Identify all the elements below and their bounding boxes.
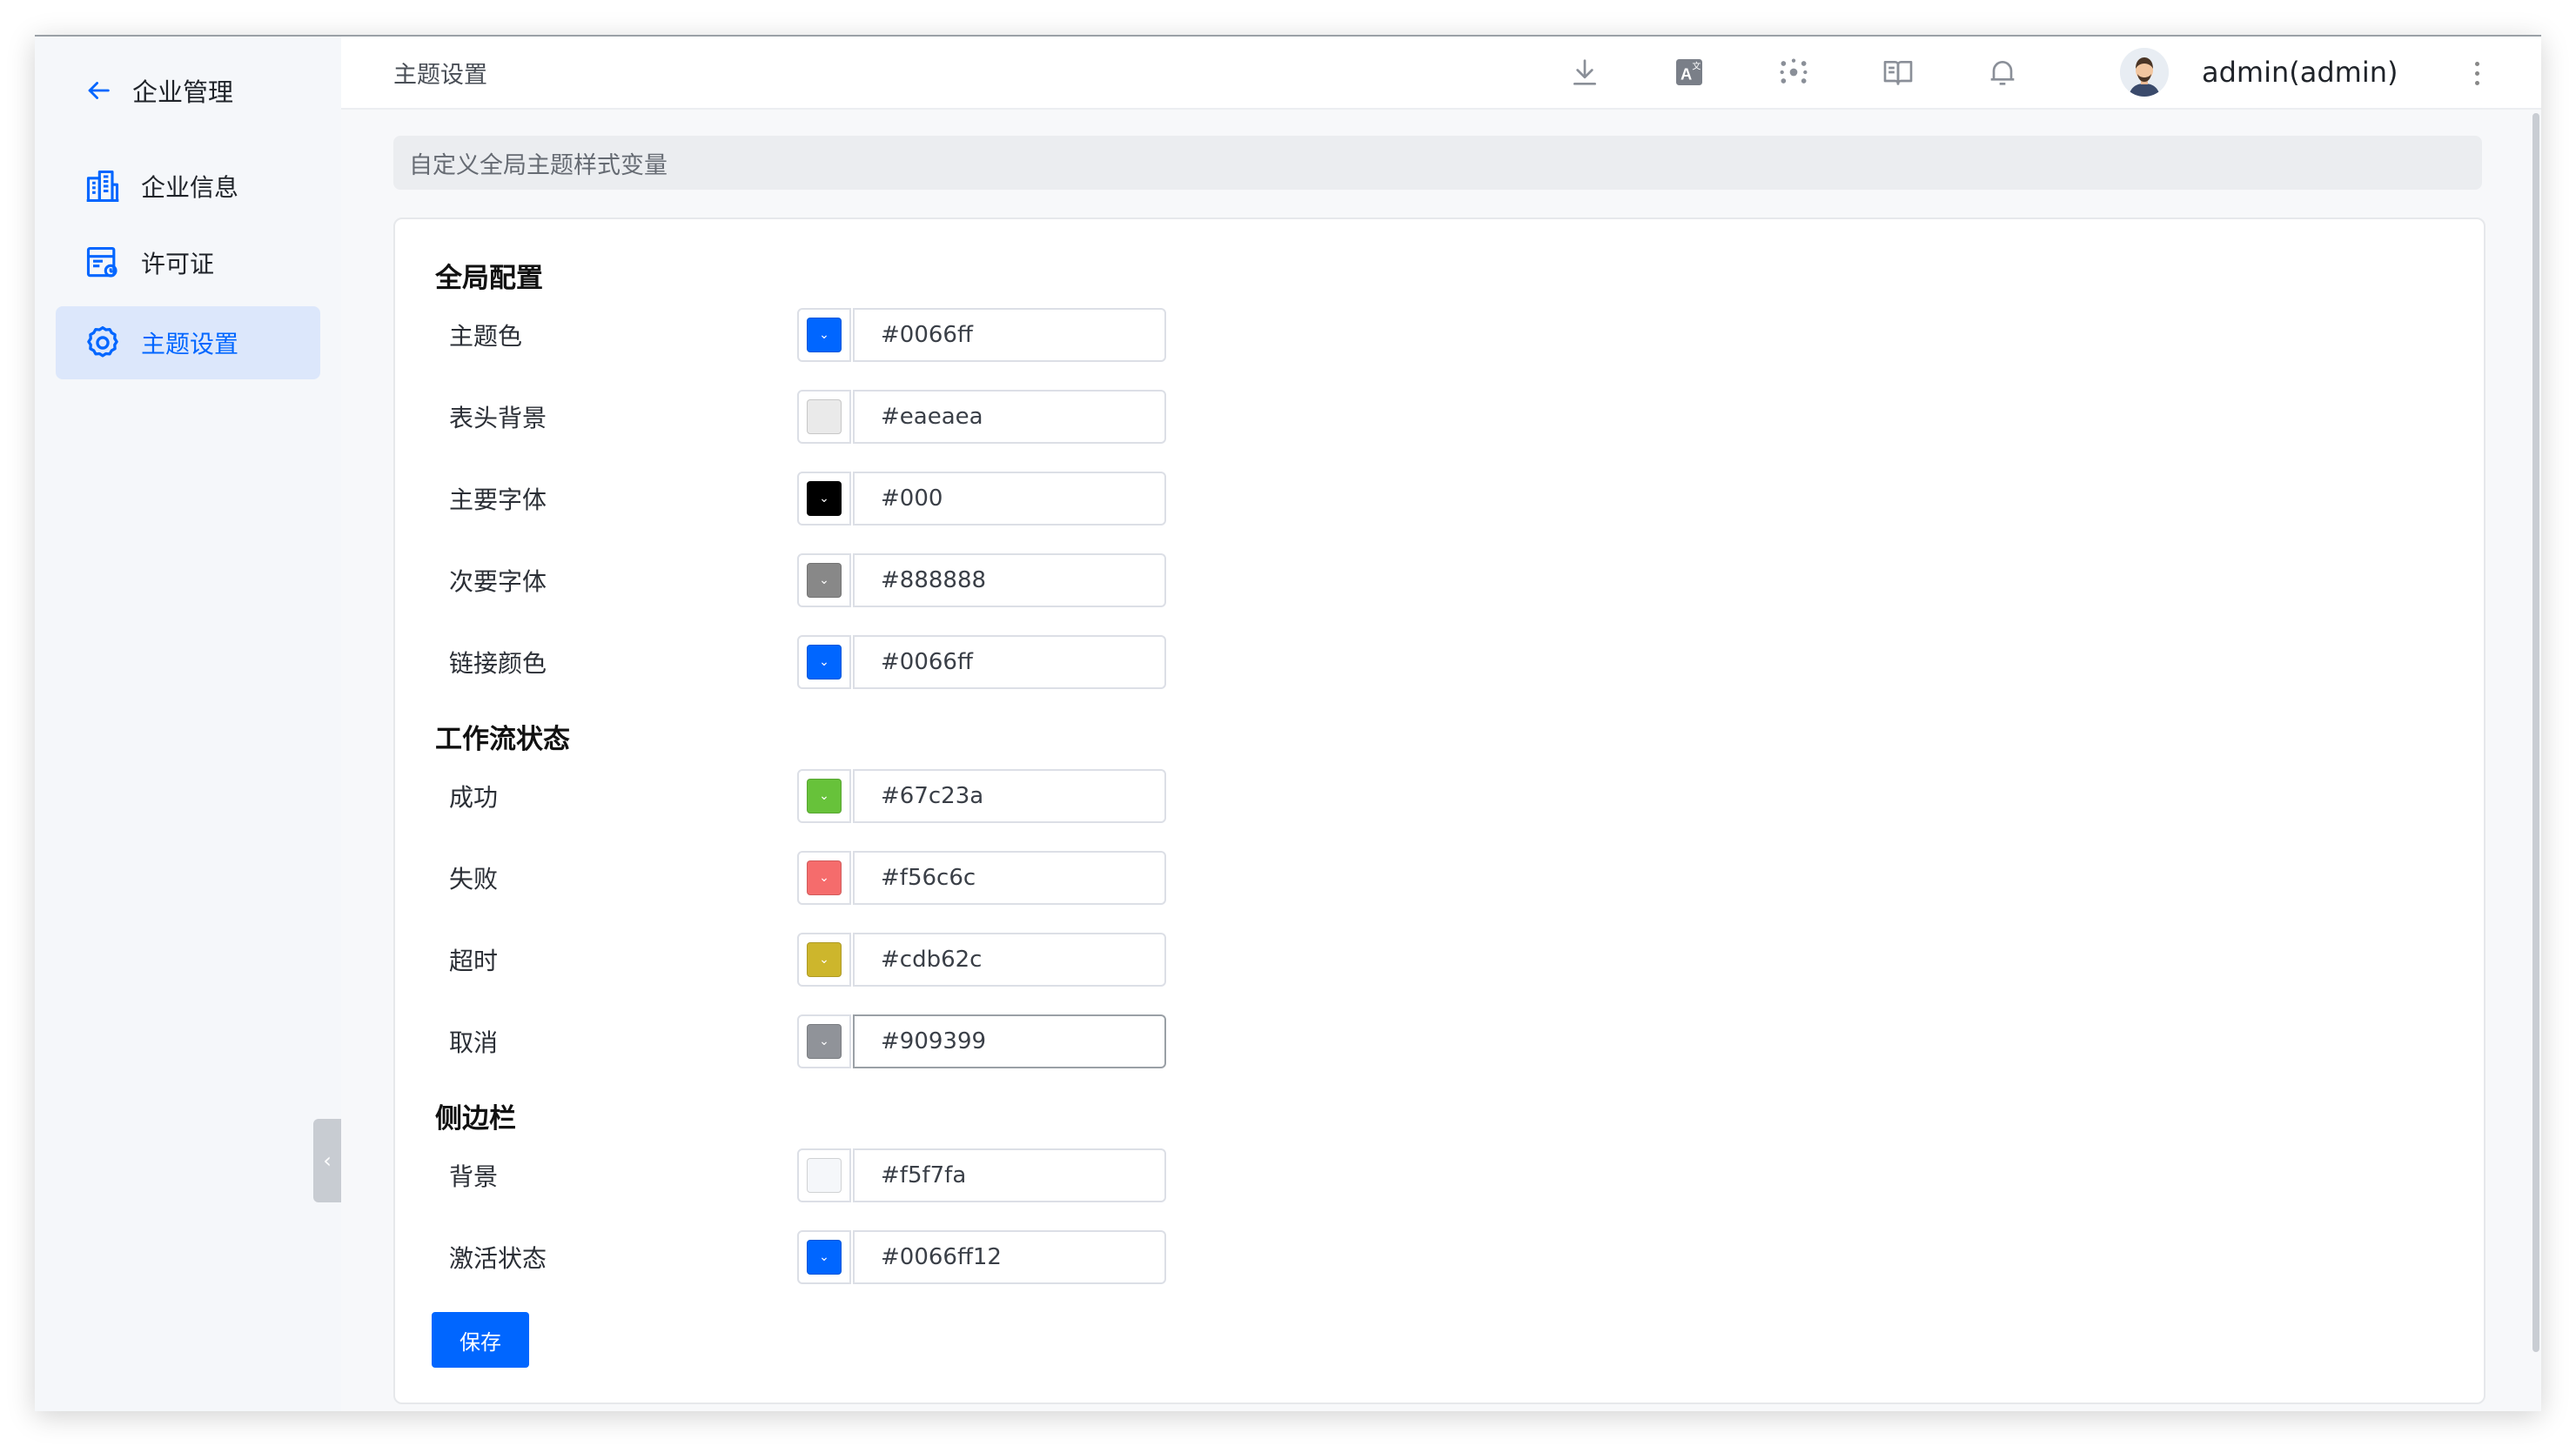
sidebar-item-theme-settings[interactable]: 主题设置 [56, 306, 320, 379]
bell-icon[interactable] [1982, 52, 2023, 92]
avatar[interactable] [2120, 48, 2169, 97]
arrow-left-icon [88, 82, 110, 99]
more-icon[interactable] [2468, 56, 2485, 90]
sidebar: 企业管理 企业信息 许可证 主题设置 ‹ [35, 37, 341, 1411]
user-name[interactable]: admin(admin) [2202, 37, 2398, 108]
save-button[interactable]: 保存 [432, 1312, 529, 1368]
color-row: 主要字体 ⌄ #000 [395, 472, 1178, 526]
hex-input[interactable]: #0066ff12 [853, 1230, 1166, 1284]
row-label: 次要字体 [449, 567, 547, 596]
translate-icon[interactable]: A文 [1669, 52, 1709, 92]
sidebar-item-label: 主题设置 [141, 330, 239, 358]
sidebar-item-label: 企业信息 [141, 173, 239, 202]
row-label: 激活状态 [449, 1244, 547, 1273]
color-picker[interactable]: ⌄ [797, 851, 851, 905]
color-picker[interactable]: ⌄ [797, 1230, 851, 1284]
svg-text:A: A [1680, 64, 1692, 83]
color-swatch [807, 399, 842, 434]
book-icon[interactable] [1878, 52, 1918, 92]
hex-input[interactable]: #f56c6c [853, 851, 1166, 905]
row-label: 主题色 [449, 322, 523, 351]
color-row: 失败 ⌄ #f56c6c [395, 851, 1178, 905]
top-header: 主题设置 A文 admin(admin) [341, 37, 2541, 110]
hex-input[interactable]: #0066ff [853, 308, 1166, 362]
section-title: 侧边栏 [435, 1103, 516, 1135]
hex-input[interactable]: #0066ff [853, 635, 1166, 689]
color-picker[interactable]: ⌄ [797, 472, 851, 526]
hex-input[interactable]: #cdb62c [853, 933, 1166, 987]
main-content: 自定义全局主题样式变量 全局配置 主题色 ⌄ #0066ff 表头背景 #eae… [341, 110, 2541, 1411]
color-row: 背景 #f5f7fa [395, 1148, 1178, 1202]
color-row: 超时 ⌄ #cdb62c [395, 933, 1178, 987]
color-picker[interactable] [797, 390, 851, 444]
vertical-scrollbar[interactable] [2532, 113, 2539, 1352]
sidebar-item-company-info[interactable]: 企业信息 [56, 150, 320, 223]
hex-input[interactable]: #eaeaea [853, 390, 1166, 444]
color-row: 次要字体 ⌄ #888888 [395, 553, 1178, 607]
sidebar-item-license[interactable]: 许可证 [56, 226, 320, 299]
color-row: 取消 ⌄ #909399 [395, 1014, 1178, 1068]
hex-input[interactable]: #67c23a [853, 769, 1166, 823]
row-label: 失败 [449, 865, 499, 894]
color-swatch: ⌄ [807, 318, 842, 352]
app-window: 企业管理 企业信息 许可证 主题设置 ‹ 主题设置 A 文 admin(admi… [35, 35, 2541, 1411]
color-row: 成功 ⌄ #67c23a [395, 769, 1178, 823]
color-picker[interactable]: ⌄ [797, 933, 851, 987]
color-picker[interactable]: ⌄ [797, 308, 851, 362]
color-picker[interactable]: ⌄ [797, 635, 851, 689]
color-picker[interactable]: ⌄ [797, 553, 851, 607]
sidebar-collapse-toggle[interactable]: ‹ [313, 1119, 341, 1202]
row-label: 背景 [449, 1162, 499, 1191]
color-row: 激活状态 ⌄ #0066ff12 [395, 1230, 1178, 1284]
color-swatch: ⌄ [807, 942, 842, 977]
page-title: 主题设置 [393, 61, 487, 89]
row-label: 成功 [449, 783, 499, 812]
color-swatch: ⌄ [807, 563, 842, 598]
svg-text:文: 文 [1692, 61, 1701, 72]
hex-input[interactable]: #f5f7fa [853, 1148, 1166, 1202]
color-swatch: ⌄ [807, 481, 842, 516]
color-swatch: ⌄ [807, 1024, 842, 1059]
back-button[interactable]: 企业管理 [84, 56, 233, 125]
section-title: 工作流状态 [435, 724, 570, 755]
cluster-icon[interactable] [1774, 52, 1814, 92]
building-icon [86, 170, 119, 203]
color-picker[interactable]: ⌄ [797, 769, 851, 823]
theme-settings-card: 全局配置 主题色 ⌄ #0066ff 表头背景 #eaeaea 主要字体 ⌄ #… [393, 218, 2485, 1404]
color-swatch: ⌄ [807, 779, 842, 813]
download-icon[interactable] [1565, 52, 1605, 92]
gear-icon [87, 325, 118, 358]
hex-input[interactable]: #888888 [853, 553, 1166, 607]
section-title: 全局配置 [435, 263, 543, 294]
color-swatch: ⌄ [807, 860, 842, 895]
license-icon [86, 246, 117, 278]
back-label: 企业管理 [132, 77, 234, 107]
hex-input[interactable]: #000 [853, 472, 1166, 526]
chevron-left-icon: ‹ [323, 1148, 332, 1173]
row-label: 取消 [449, 1028, 499, 1057]
color-row: 表头背景 #eaeaea [395, 390, 1178, 444]
user-avatar-icon [2120, 48, 2169, 97]
description-bar: 自定义全局主题样式变量 [393, 136, 2482, 190]
row-label: 主要字体 [449, 485, 547, 514]
color-picker[interactable]: ⌄ [797, 1014, 851, 1068]
color-swatch [807, 1158, 842, 1193]
color-picker[interactable] [797, 1148, 851, 1202]
hex-input[interactable]: #909399 [853, 1014, 1166, 1068]
sidebar-item-label: 许可证 [141, 250, 215, 278]
color-swatch: ⌄ [807, 645, 842, 679]
row-label: 超时 [449, 947, 499, 975]
color-row: 链接颜色 ⌄ #0066ff [395, 635, 1178, 689]
color-row: 主题色 ⌄ #0066ff [395, 308, 1178, 362]
row-label: 表头背景 [449, 404, 547, 432]
color-swatch: ⌄ [807, 1240, 842, 1275]
row-label: 链接颜色 [449, 649, 547, 678]
